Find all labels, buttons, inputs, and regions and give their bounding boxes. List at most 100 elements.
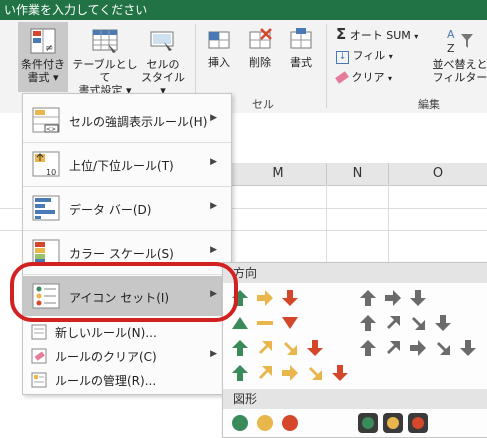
sort-filter-label-1: 並べ替えと	[432, 58, 487, 71]
tell-me-text: い作業を入力してください	[4, 3, 148, 17]
icon-set-4-arrows-colored[interactable]	[229, 337, 326, 359]
arrow-up-gray-icon	[360, 340, 376, 356]
arrow-down-right-yellow-icon	[284, 342, 297, 355]
submenu-arrow-icon: ▶	[210, 245, 217, 255]
databar-icon	[32, 195, 60, 221]
format-button[interactable]: 書式	[284, 22, 318, 92]
top-bottom-label: 上位/下位ルール(T)	[69, 159, 174, 173]
title-bar: い作業を入力してください	[0, 0, 487, 20]
icon-sets-submenu: 方向 図形	[222, 262, 487, 438]
clear-button[interactable]: クリア ▾	[335, 70, 392, 87]
arrow-down-gray-icon	[410, 290, 426, 306]
arrow-right-yellow-icon	[257, 290, 273, 306]
arrow-down-red-icon	[332, 365, 348, 381]
menu-item-highlight-rules[interactable]: <> セルの強調表示ルール(H) ▶	[23, 100, 231, 140]
highlight-ring	[10, 262, 238, 322]
icon-set-5-arrows-gray[interactable]	[357, 337, 479, 359]
arrow-down-gray-icon	[460, 340, 476, 356]
icon-set-3-traffic-lights[interactable]	[229, 412, 301, 434]
triangle-up-green-icon	[232, 317, 248, 329]
format-as-table-button[interactable]: テーブルとして 書式設定 ▾	[72, 22, 138, 97]
arrow-up-right-yellow-icon	[259, 341, 272, 354]
arrow-up-right-gray-icon	[387, 341, 400, 354]
clear-label: クリア	[351, 71, 385, 84]
format-cells-icon	[290, 28, 312, 49]
arrow-up-green-icon	[232, 340, 248, 356]
submenu-arrow-icon: ▶	[210, 113, 217, 123]
highlight-rules-icon: <>	[32, 107, 60, 133]
data-bar-label: データ バー(D)	[69, 203, 152, 217]
triangle-down-red-icon	[282, 317, 298, 329]
column-o-label: O	[432, 166, 444, 181]
svg-text:Z: Z	[447, 42, 455, 55]
manage-rules-label: ルールの管理(R)...	[55, 374, 157, 388]
rimmed-circle-yellow-icon	[383, 413, 403, 433]
highlight-rules-label: セルの強調表示ルール(H)	[69, 115, 208, 129]
clear-rules-label: ルールのクリア(C)	[55, 350, 157, 364]
direction-section-header: 方向	[223, 263, 487, 283]
svg-text:<>: <>	[46, 126, 56, 133]
delete-button[interactable]: 削除	[240, 22, 280, 92]
submenu-arrow-icon: ▶	[210, 201, 217, 211]
editing-group-label: 編集	[418, 98, 440, 111]
cell-styles-button[interactable]: セルの スタイル ▾	[140, 22, 186, 97]
sigma-icon: Σ	[336, 25, 347, 43]
column-header-m[interactable]: M	[230, 163, 327, 186]
arrow-down-right-gray-icon	[437, 342, 450, 355]
icon-set-5-arrows-colored[interactable]	[229, 362, 351, 384]
format-as-table-label-1: テーブルとして	[72, 58, 138, 84]
fill-label: フィル	[352, 49, 386, 62]
fill-down-icon: ↓	[336, 51, 349, 64]
insert-label: 挿入	[208, 56, 230, 69]
conditional-format-button[interactable]: ≠ 条件付き 書式 ▾	[18, 22, 68, 92]
delete-cells-icon	[249, 28, 272, 49]
arrow-up-green-icon	[232, 365, 248, 381]
arrow-up-gray-icon	[360, 315, 376, 331]
svg-text:A: A	[447, 28, 455, 41]
sort-filter-button[interactable]: A Z 並べ替えと フィルター	[432, 22, 487, 92]
menu-divider	[23, 142, 231, 143]
icon-set-3-traffic-lights-rimmed[interactable]	[357, 412, 429, 434]
shapes-section-header: 図形	[223, 389, 487, 409]
autosum-label: オート SUM	[349, 29, 411, 42]
arrow-down-right-yellow-icon	[309, 367, 322, 380]
arrow-right-gray-icon	[385, 290, 401, 306]
autosum-button[interactable]: Σ オート SUM ▾	[336, 26, 418, 45]
manage-rules-icon	[31, 372, 47, 388]
arrow-right-gray-icon	[410, 340, 426, 356]
cells-group-label: セル	[252, 98, 274, 111]
rimmed-circle-red-icon	[408, 413, 428, 433]
conditional-format-icon: ≠	[30, 28, 56, 54]
submenu-arrow-icon: ▶	[210, 157, 217, 167]
arrow-right-yellow-icon	[282, 365, 298, 381]
circle-green-icon	[232, 415, 248, 431]
arrow-down-red-icon	[307, 340, 323, 356]
menu-item-top-bottom[interactable]: 10 上位/下位ルール(T) ▶	[23, 144, 231, 184]
color-scale-label: カラー スケール(S)	[69, 247, 174, 261]
submenu-arrow-icon: ▶	[210, 349, 217, 359]
eraser-icon	[335, 71, 349, 84]
column-header-n[interactable]: N	[327, 163, 389, 186]
dash-yellow-icon	[257, 321, 273, 325]
icon-set-3-triangles[interactable]	[229, 312, 301, 334]
svg-text:≠: ≠	[45, 43, 53, 54]
icon-set-3-arrows-colored[interactable]	[229, 287, 301, 309]
menu-item-clear-rules[interactable]: ルールのクリア(C) ▶	[23, 345, 231, 367]
column-m-label: M	[272, 166, 284, 181]
sort-filter-icon: A Z	[447, 28, 473, 55]
menu-divider	[23, 230, 231, 231]
ribbon-separator	[326, 24, 327, 108]
fill-button[interactable]: ↓ フィル ▾	[336, 48, 393, 65]
insert-button[interactable]: 挿入	[202, 22, 236, 92]
icon-set-4-arrows-gray[interactable]	[357, 312, 454, 334]
column-header-o[interactable]: O	[389, 163, 487, 186]
conditional-format-label-1: 条件付き	[21, 58, 65, 71]
menu-item-manage-rules[interactable]: ルールの管理(R)...	[23, 369, 231, 391]
sort-filter-label-2: フィルター	[432, 71, 487, 84]
menu-item-data-bar[interactable]: データ バー(D) ▶	[23, 188, 231, 228]
circle-yellow-icon	[257, 415, 273, 431]
arrow-down-red-icon	[282, 290, 298, 306]
icon-set-3-arrows-gray[interactable]	[357, 287, 429, 309]
menu-item-new-rule[interactable]: 新しいルール(N)...	[23, 321, 231, 343]
arrow-down-right-gray-icon	[412, 317, 425, 330]
